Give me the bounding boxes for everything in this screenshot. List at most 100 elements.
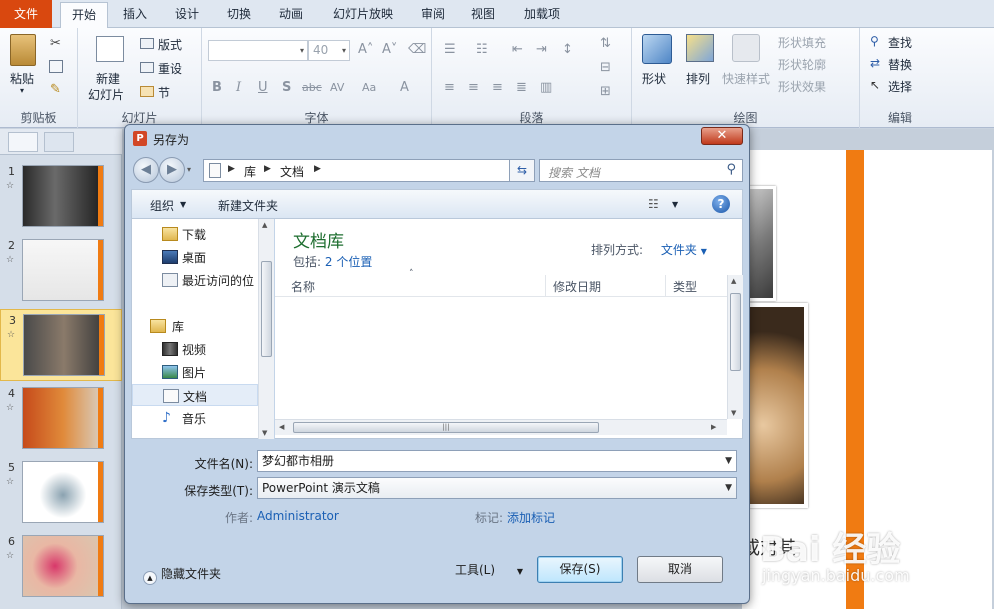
locations-link[interactable]: 2 个位置: [325, 255, 372, 269]
tab-file[interactable]: 文件: [0, 0, 52, 28]
breadcrumb-arrow-icon[interactable]: ▶: [228, 164, 235, 174]
shape-fill-button[interactable]: 形状填充: [778, 34, 826, 51]
nav-item-music[interactable]: ♪ 音乐: [132, 407, 258, 429]
tab-insert[interactable]: 插入: [114, 2, 156, 28]
nav-item-desktop[interactable]: 桌面: [132, 246, 258, 268]
decrease-indent-icon[interactable]: ⇤: [512, 42, 523, 57]
arrange-dropdown-icon[interactable]: ▼: [701, 247, 707, 256]
shape-effects-button[interactable]: 形状效果: [778, 78, 826, 95]
nav-item-documents[interactable]: 文档: [132, 384, 258, 406]
copy-icon[interactable]: [49, 60, 63, 73]
tab-slideshow[interactable]: 幻灯片放映: [326, 2, 400, 28]
back-button[interactable]: ◀: [133, 157, 159, 183]
slide-thumbnail-3[interactable]: 3 ☆: [0, 309, 122, 381]
cut-icon[interactable]: ✂: [50, 36, 61, 51]
close-button[interactable]: ✕: [701, 127, 743, 145]
scrollbar-thumb[interactable]: [261, 261, 272, 357]
slide-thumbnail-5[interactable]: 5 ☆: [0, 457, 122, 529]
breadcrumb-library[interactable]: 库: [244, 163, 256, 180]
format-painter-icon[interactable]: ✎: [50, 82, 61, 97]
help-icon[interactable]: ?: [712, 195, 730, 213]
nav-item-libraries[interactable]: 库: [132, 315, 258, 337]
shapes-icon[interactable]: [642, 34, 672, 64]
filetype-select[interactable]: PowerPoint 演示文稿 ▼: [257, 477, 737, 499]
shrink-font-icon[interactable]: A˅: [382, 42, 397, 57]
grow-font-icon[interactable]: A˄: [358, 42, 373, 57]
font-color-icon[interactable]: A: [400, 80, 409, 95]
line-spacing-icon[interactable]: ↕: [562, 42, 573, 57]
file-list-hscroll[interactable]: ◀ ||| ▶: [275, 419, 727, 435]
increase-indent-icon[interactable]: ⇥: [536, 42, 547, 57]
new-folder-button[interactable]: 新建文件夹: [218, 197, 278, 214]
nav-item-recent[interactable]: 最近访问的位: [132, 269, 258, 291]
slide-thumbnail-6[interactable]: 6 ☆: [0, 531, 122, 603]
view-dropdown-icon[interactable]: ▼: [672, 200, 678, 209]
text-direction-icon[interactable]: ⇅: [600, 36, 611, 51]
scrollbar-thumb[interactable]: [730, 293, 741, 371]
bold-icon[interactable]: B: [212, 80, 222, 95]
organize-button[interactable]: 组织: [150, 197, 174, 214]
tab-transitions[interactable]: 切换: [218, 2, 260, 28]
search-input[interactable]: 搜索 文档 ⚲: [539, 159, 743, 182]
column-name[interactable]: 名称: [291, 278, 315, 295]
new-slide-label[interactable]: 新建: [96, 70, 120, 87]
nav-item-pictures[interactable]: 图片: [132, 361, 258, 383]
column-type[interactable]: 类型: [673, 278, 697, 295]
outline-tab[interactable]: [44, 132, 74, 152]
find-button[interactable]: 查找: [888, 34, 912, 51]
filename-input[interactable]: 梦幻都市相册 ▼: [257, 450, 737, 472]
font-size-combo[interactable]: 40 ▾: [308, 40, 350, 61]
tab-view[interactable]: 视图: [462, 2, 504, 28]
font-name-combo[interactable]: ▾: [208, 40, 308, 61]
replace-button[interactable]: 替换: [888, 56, 912, 73]
save-button[interactable]: 保存(S): [537, 556, 623, 583]
filetype-dropdown-icon[interactable]: ▼: [725, 478, 732, 498]
arrange-button[interactable]: 排列: [686, 70, 710, 87]
breadcrumb-documents[interactable]: 文档: [280, 163, 304, 180]
italic-icon[interactable]: I: [236, 80, 241, 95]
nav-item-downloads[interactable]: 下载: [132, 223, 258, 245]
paste-button[interactable]: 粘贴: [10, 70, 34, 87]
tab-addins[interactable]: 加载项: [516, 2, 568, 28]
slide-thumbnail-2[interactable]: 2 ☆: [0, 235, 122, 307]
change-case-icon[interactable]: Aa: [362, 81, 376, 94]
slides-tab[interactable]: [8, 132, 38, 152]
strikethrough-icon[interactable]: abc: [302, 81, 322, 94]
smartart-icon[interactable]: ⊞: [600, 84, 611, 99]
cancel-button[interactable]: 取消: [637, 556, 723, 583]
slide-thumbnail-1[interactable]: 1 ☆: [0, 161, 122, 233]
quick-styles-icon[interactable]: [732, 34, 760, 62]
tab-review[interactable]: 审阅: [412, 2, 454, 28]
view-options-icon[interactable]: ☷: [648, 197, 659, 211]
breadcrumb-arrow-icon[interactable]: ▶: [264, 164, 271, 174]
new-slide-icon[interactable]: [96, 36, 124, 62]
author-value[interactable]: Administrator: [257, 509, 339, 523]
tab-home[interactable]: 开始: [60, 2, 108, 29]
nav-item-videos[interactable]: 视频: [132, 338, 258, 360]
search-icon[interactable]: ⚲: [726, 162, 736, 177]
recent-pages-icon[interactable]: ▾: [187, 165, 191, 174]
align-center-icon[interactable]: ≡: [468, 80, 479, 95]
forward-button[interactable]: ▶: [159, 157, 185, 183]
file-list-vscroll[interactable]: ▲ ▼: [727, 275, 743, 419]
column-date-modified[interactable]: 修改日期: [553, 278, 601, 295]
breadcrumb-arrow-icon[interactable]: ▶: [314, 164, 321, 174]
slide-photo[interactable]: [742, 303, 808, 508]
column-divider[interactable]: [665, 275, 666, 297]
numbering-icon[interactable]: ☷: [476, 42, 488, 57]
new-slide-button[interactable]: 幻灯片: [88, 86, 124, 103]
refresh-button[interactable]: ⇆: [509, 159, 535, 182]
arrange-icon[interactable]: [686, 34, 714, 62]
shape-outline-button[interactable]: 形状轮廓: [778, 56, 826, 73]
align-text-icon[interactable]: ⊟: [600, 60, 611, 75]
section-button[interactable]: 节: [158, 84, 170, 101]
hide-folders-toggle[interactable]: ▲ 隐藏文件夹: [143, 565, 221, 585]
columns-icon[interactable]: ▥: [540, 80, 552, 95]
align-left-icon[interactable]: ≡: [444, 80, 455, 95]
char-spacing-icon[interactable]: AV: [330, 81, 344, 94]
shapes-button[interactable]: 形状: [642, 70, 666, 87]
align-right-icon[interactable]: ≡: [492, 80, 503, 95]
arrange-by-dropdown[interactable]: 文件夹: [661, 243, 697, 257]
paste-dropdown-icon[interactable]: ▾: [20, 86, 24, 95]
scrollbar-thumb[interactable]: |||: [293, 422, 599, 433]
